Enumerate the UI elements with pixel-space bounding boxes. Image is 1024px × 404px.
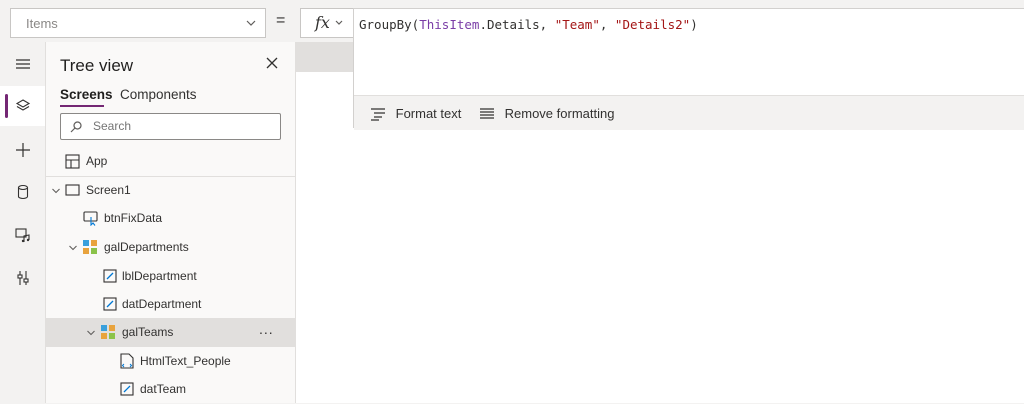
edit-label-icon xyxy=(120,382,134,396)
tree-item-app[interactable]: App xyxy=(46,147,295,176)
formula-string-2: "Details2" xyxy=(614,17,691,32)
active-indicator xyxy=(5,94,8,118)
formula-text[interactable]: GroupBy(ThisItem.Details, "Team", "Detai… xyxy=(359,17,698,32)
database-icon xyxy=(17,184,29,200)
tree-item-lbldepartment[interactable]: lblDepartment xyxy=(46,262,295,291)
app-icon xyxy=(65,154,80,169)
tools-icon xyxy=(17,271,29,285)
media-button[interactable] xyxy=(0,215,45,255)
tree-item-screen1[interactable]: Screen1 xyxy=(46,176,295,205)
property-dropdown[interactable]: Items xyxy=(10,8,266,38)
formula-comma: , xyxy=(599,17,615,32)
edit-label-icon xyxy=(103,297,117,311)
plus-icon xyxy=(16,143,30,157)
button-icon xyxy=(83,211,98,226)
html-text-icon xyxy=(120,353,134,369)
tab-components[interactable]: Components xyxy=(120,87,197,102)
formula-string-1: "Team" xyxy=(554,17,600,32)
chevron-down-icon[interactable] xyxy=(86,328,96,338)
search-input[interactable] xyxy=(91,118,275,134)
gallery-icon xyxy=(101,325,115,339)
more-options-icon[interactable]: ... xyxy=(259,321,274,337)
formula-close: ) xyxy=(690,17,698,32)
formula-member: .Details, xyxy=(479,17,555,32)
tree-item-btnfixdata[interactable]: btnFixData xyxy=(46,204,295,233)
tab-underline xyxy=(60,105,104,107)
tree-item-galteams[interactable]: galTeams ... xyxy=(46,318,295,347)
close-icon[interactable] xyxy=(265,56,279,70)
tree-item-label: galDepartments xyxy=(104,240,189,254)
tree-item-label: HtmlText_People xyxy=(140,354,231,368)
canvas-header xyxy=(296,42,354,72)
function-button[interactable]: fx xyxy=(300,8,354,38)
layers-icon xyxy=(15,99,31,111)
tab-screens[interactable]: Screens xyxy=(60,87,113,102)
equals-sign: = xyxy=(276,12,286,29)
chevron-down-icon[interactable] xyxy=(68,243,78,253)
property-value: Items xyxy=(26,16,58,31)
formula-function: GroupBy( xyxy=(359,17,420,32)
chevron-down-icon xyxy=(246,20,256,26)
search-box[interactable] xyxy=(60,113,281,140)
hamburger-icon xyxy=(16,59,30,69)
tree-item-label: Screen1 xyxy=(86,183,131,197)
tree-item-label: datDepartment xyxy=(122,297,202,311)
media-icon xyxy=(15,228,30,243)
remove-formatting-label: Remove formatting xyxy=(504,106,615,122)
format-text-icon xyxy=(371,107,385,121)
data-button[interactable] xyxy=(0,172,45,212)
format-text-button[interactable]: Format text xyxy=(370,105,461,121)
remove-formatting-icon xyxy=(480,107,494,119)
menu-button[interactable] xyxy=(0,44,45,84)
chevron-down-icon xyxy=(335,20,343,25)
tree-item-datteam[interactable]: datTeam xyxy=(46,375,295,404)
tree-view-button[interactable] xyxy=(0,86,45,126)
edit-label-icon xyxy=(103,269,117,283)
insert-button[interactable] xyxy=(0,130,45,170)
gallery-icon xyxy=(83,240,97,254)
panel-title: Tree view xyxy=(60,56,134,75)
left-rail xyxy=(0,42,46,403)
screen-icon xyxy=(65,184,80,196)
advanced-tools-button[interactable] xyxy=(0,258,45,298)
tree-item-label: App xyxy=(86,154,108,168)
tree-item-datdepartment[interactable]: datDepartment xyxy=(46,290,295,319)
format-text-label: Format text xyxy=(395,106,462,122)
tree-item-label: lblDepartment xyxy=(122,269,197,283)
formula-toolbar: Format text Remove formatting xyxy=(354,95,1024,130)
chevron-down-icon[interactable] xyxy=(51,186,61,196)
search-icon xyxy=(70,121,82,133)
tree-item-galdepartments[interactable]: galDepartments xyxy=(46,233,295,262)
formula-reference: ThisItem xyxy=(419,17,480,32)
tree-item-htmltext-people[interactable]: HtmlText_People xyxy=(46,347,295,376)
tree-view-panel: Tree view Screens Components App Screen1… xyxy=(46,42,296,403)
tree-item-label: datTeam xyxy=(140,382,187,396)
tree-item-label: btnFixData xyxy=(104,211,163,225)
tree-item-label: galTeams xyxy=(122,325,174,339)
formula-editor[interactable]: GroupBy(ThisItem.Details, "Team", "Detai… xyxy=(353,8,1024,130)
remove-formatting-button[interactable]: Remove formatting xyxy=(479,105,614,121)
fx-icon: fx xyxy=(315,13,330,32)
